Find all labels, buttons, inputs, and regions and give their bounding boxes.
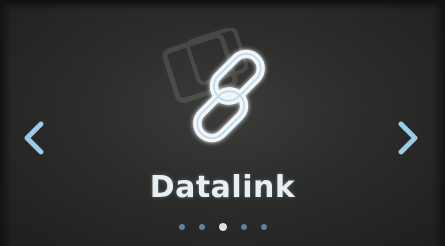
page-dot[interactable] [198, 224, 205, 230]
page-dot[interactable] [240, 224, 247, 230]
bezel [0, 0, 12, 246]
page-dot[interactable] [178, 224, 185, 230]
chevron-left-icon[interactable] [20, 118, 48, 158]
chain-link-icon [193, 49, 265, 143]
bezel [433, 0, 445, 246]
page-dot[interactable] [260, 224, 267, 230]
device-screen: Datalink [12, 10, 433, 246]
chevron-right-icon[interactable] [394, 118, 422, 158]
page-dot-active[interactable] [218, 223, 227, 231]
device-photo: Datalink [0, 0, 445, 246]
bezel [0, 0, 445, 10]
page-indicator [12, 223, 433, 231]
page-title: Datalink [149, 170, 296, 205]
